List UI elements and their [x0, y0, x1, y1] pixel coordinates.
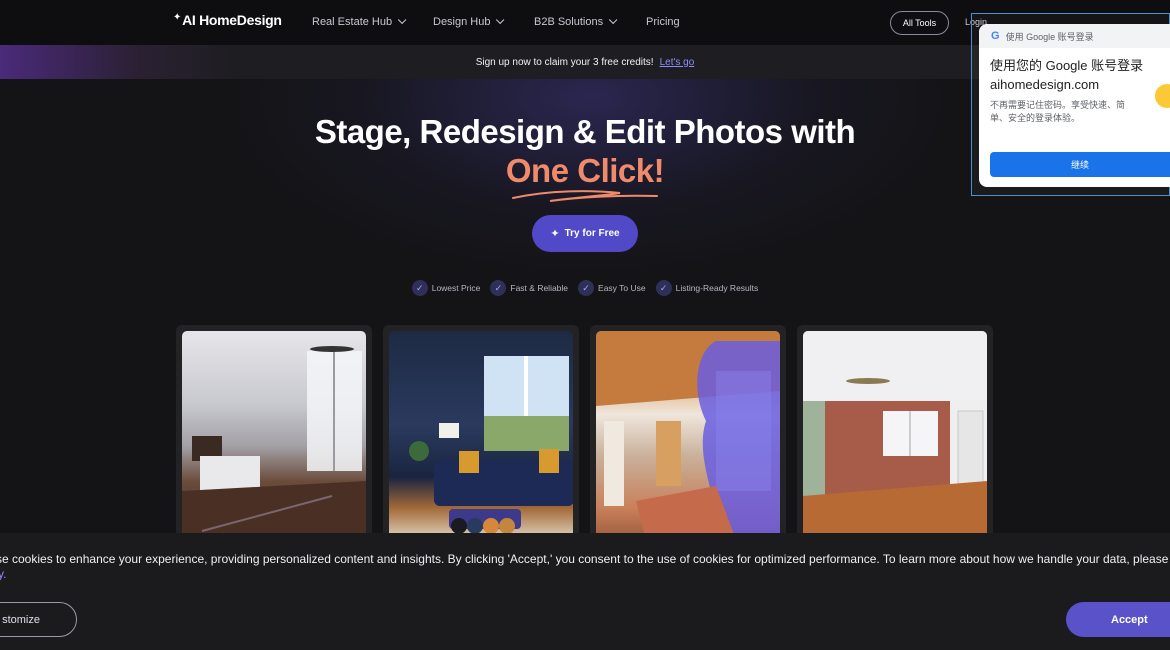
chevron-down-icon — [397, 15, 407, 25]
sample-photo — [803, 331, 987, 540]
check-icon: ✓ — [655, 280, 672, 296]
cookie-text: se cookies to enhance your experience, p… — [0, 552, 1170, 566]
check-icon: ✓ — [578, 280, 595, 296]
sample-card-redesign[interactable] — [383, 325, 579, 540]
sample-photo — [182, 331, 366, 540]
cookie-banner: se cookies to enhance your experience, p… — [0, 533, 1170, 650]
underline-squiggle-icon — [512, 190, 658, 202]
check-icon: ✓ — [411, 280, 428, 296]
nav-real-estate-hub[interactable]: Real Estate Hub — [312, 15, 407, 28]
cookie-policy-link[interactable]: y. — [0, 567, 6, 581]
google-signin-popup: G 使用 Google 账号登录 使用您的 Google 账号登录 aihome… — [979, 24, 1170, 187]
feature-list: ✓ Lowest Price ✓ Fast & Reliable ✓ Easy … — [0, 280, 1170, 296]
nav-pricing[interactable]: Pricing — [646, 16, 680, 28]
google-illustration-icon — [1155, 84, 1170, 108]
chevron-down-icon — [608, 15, 618, 25]
google-popup-title: 使用您的 Google 账号登录 aihomedesign.com — [990, 58, 1144, 92]
google-continue-button[interactable]: 继续 — [990, 152, 1170, 177]
promo-text: Sign up now to claim your 3 free credits… — [475, 56, 654, 68]
sample-photo — [596, 331, 780, 540]
feature-item: ✓ Lowest Price — [411, 280, 480, 296]
check-icon: ✓ — [490, 280, 507, 296]
feature-item: ✓ Listing-Ready Results — [655, 280, 758, 296]
google-popup-description: 不再需要记住密码。享受快速、简单、安全的登录体验。 — [990, 100, 1126, 123]
accept-button[interactable]: Accept — [1066, 602, 1170, 637]
nav-design-hub[interactable]: Design Hub — [433, 15, 505, 28]
feature-item: ✓ Easy To Use — [578, 280, 646, 296]
sample-photo — [389, 331, 573, 540]
nav-b2b-solutions[interactable]: B2B Solutions — [534, 15, 618, 28]
sparkle-icon: ✦ — [550, 228, 560, 240]
feature-item: ✓ Fast & Reliable — [490, 280, 568, 296]
chevron-down-icon — [496, 15, 505, 25]
sample-card-staging[interactable] — [176, 325, 372, 540]
sample-card-renovate[interactable] — [797, 325, 993, 540]
customize-button[interactable]: stomize — [0, 602, 77, 637]
google-g-icon: G — [991, 30, 1000, 42]
promo-link[interactable]: Let's go — [660, 57, 695, 68]
sample-card-edit[interactable] — [590, 325, 786, 540]
all-tools-button[interactable]: All Tools — [890, 11, 949, 35]
google-popup-header: G 使用 Google 账号登录 — [979, 24, 1170, 48]
try-for-free-button[interactable]: ✦ Try for Free — [532, 215, 638, 252]
sparkle-logo-icon: ✦ — [173, 12, 182, 23]
logo[interactable]: ✦AI HomeDesign — [173, 12, 282, 28]
